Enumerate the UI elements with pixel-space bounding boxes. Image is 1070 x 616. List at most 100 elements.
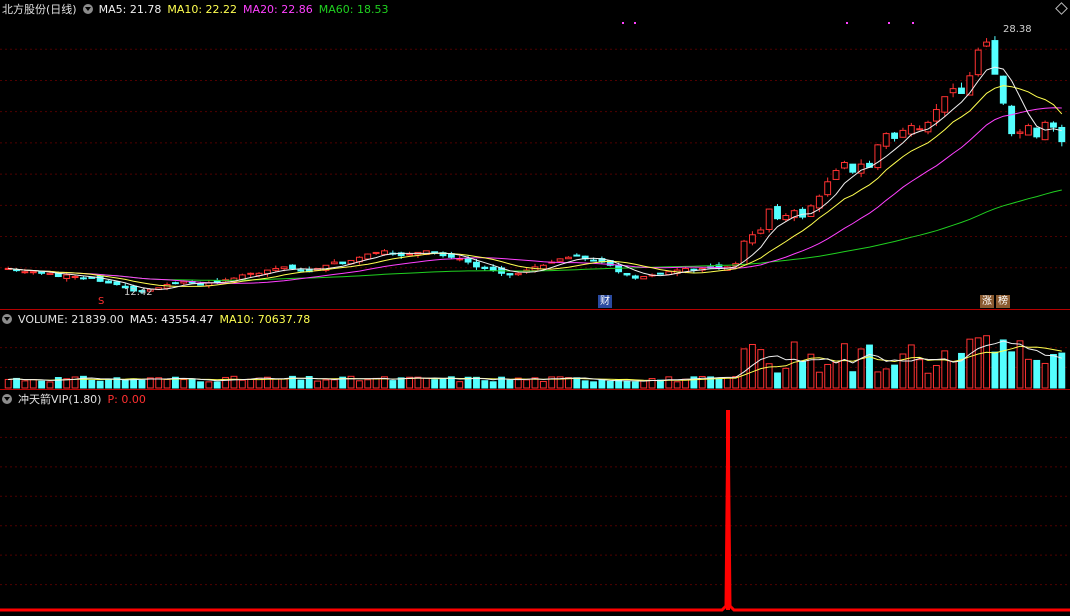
candle-body [983,41,990,47]
volume-ma5-legend: MA5: 43554.47 [130,313,214,326]
candle-body [406,253,413,256]
volume-bar [314,380,322,389]
candle-body [464,258,472,263]
volume-bar [197,381,204,389]
low-price-label: 12.42 [124,287,153,298]
volume-bar [581,380,589,389]
volume-bar [431,379,439,389]
volume-bar [96,380,104,389]
volume-bar [481,380,489,389]
volume-ma10-value: 70637.78 [257,312,311,326]
volume-bar [916,359,924,389]
high-price-label: 28.38 [1003,24,1032,35]
volume-bar [1016,340,1024,389]
volume-bar [815,371,823,389]
volume-chart-panel[interactable]: VOLUME: 21839.00 MA5: 43554.47 MA10: 706… [0,310,1070,389]
indicator-p-value: 0.00 [121,392,146,406]
volume-value: 21839.00 [71,312,124,326]
indicator-options-circle-icon[interactable] [2,394,12,404]
volume-bar [21,380,29,389]
volume-bar [891,364,899,389]
candle-body [489,266,497,271]
volume-bar [247,378,255,389]
candle-body [999,75,1007,104]
volume-bar [88,379,96,389]
candle-body [941,96,949,113]
volume-bar [932,365,940,389]
volume-bar [539,380,547,389]
signal-line [0,409,1070,612]
ma60-legend: MA60: 18.53 [319,3,389,16]
ma10-legend: MA10: 22.22 [167,3,237,16]
event-dot [634,22,636,24]
volume-bar [665,376,673,389]
ma10-label: MA10: [167,2,203,16]
candle-body [297,269,305,272]
indicator-p-label: P: [107,392,118,406]
volume-bar [355,380,363,389]
event-dot [622,22,624,24]
volume-header: VOLUME: 21839.00 MA5: 43554.47 MA10: 706… [2,312,310,326]
signal-chart[interactable] [0,390,1070,616]
volume-bar [790,341,798,389]
zhang-badge[interactable]: 涨 [980,295,994,308]
volume-bar [330,379,338,389]
volume-ma10-legend: MA10: 70637.78 [220,313,311,326]
cai-badge[interactable]: 财 [598,295,612,308]
volume-legend: VOLUME: 21839.00 [18,313,124,326]
candle-body [849,163,857,173]
candle-body [213,280,221,283]
volume-bar [322,379,330,389]
stock-name: 北方股份(日线) [2,3,77,16]
volume-bar [4,378,12,389]
volume-bar [991,351,999,389]
volume-title: VOLUME: [18,312,68,326]
volume-bar [456,381,464,389]
candle-body [657,272,664,275]
s-badge[interactable]: S [96,295,106,308]
price-chart-panel[interactable]: 北方股份(日线) MA5: 21.78 MA10: 22.22 MA20: 22… [0,0,1070,309]
candlestick-chart[interactable] [0,0,1070,309]
volume-bar [640,380,648,389]
volume-bar [422,377,430,389]
volume-bar [983,335,990,389]
candle-body [29,271,37,274]
volume-bar [849,371,857,389]
volume-bar [280,378,288,389]
price-header: 北方股份(日线) MA5: 21.78 MA10: 22.22 MA20: 22… [2,2,389,17]
candle-body [506,273,514,276]
volume-bar [29,379,37,389]
candle-body [539,264,547,270]
volume-bar [297,379,305,389]
candle-body [272,267,280,271]
candle-body [748,234,756,244]
volume-bar [1041,362,1049,389]
volume-bar [230,375,238,389]
volume-bar [1050,354,1057,389]
volume-ma10-label: MA10: [219,312,255,326]
candle-body [974,49,982,76]
volume-bar [506,379,514,389]
volume-bar [866,344,873,389]
volume-bar [966,338,974,389]
price-options-circle-icon[interactable] [82,4,93,14]
volume-bar [523,379,531,389]
volume-bar [389,380,397,389]
volume-bar [606,380,614,389]
candle-body [171,282,179,285]
candle-body [899,129,907,138]
volume-bar [857,348,865,389]
bang-badge[interactable]: 榜 [996,295,1010,308]
indicator-panel[interactable]: 冲天箭VIP(1.80) P: 0.00 [0,390,1070,616]
candle-body [289,264,296,269]
volume-bar [832,361,840,389]
candle-body [556,258,564,262]
volume-bar [372,377,380,389]
ma60-value: 18.53 [356,2,389,16]
candle-body [1008,105,1016,135]
ma20-label: MA20: [243,2,278,16]
candle-body [765,208,773,230]
candle-body [473,261,480,268]
volume-bar [748,344,756,389]
volume-options-circle-icon[interactable] [2,314,12,324]
